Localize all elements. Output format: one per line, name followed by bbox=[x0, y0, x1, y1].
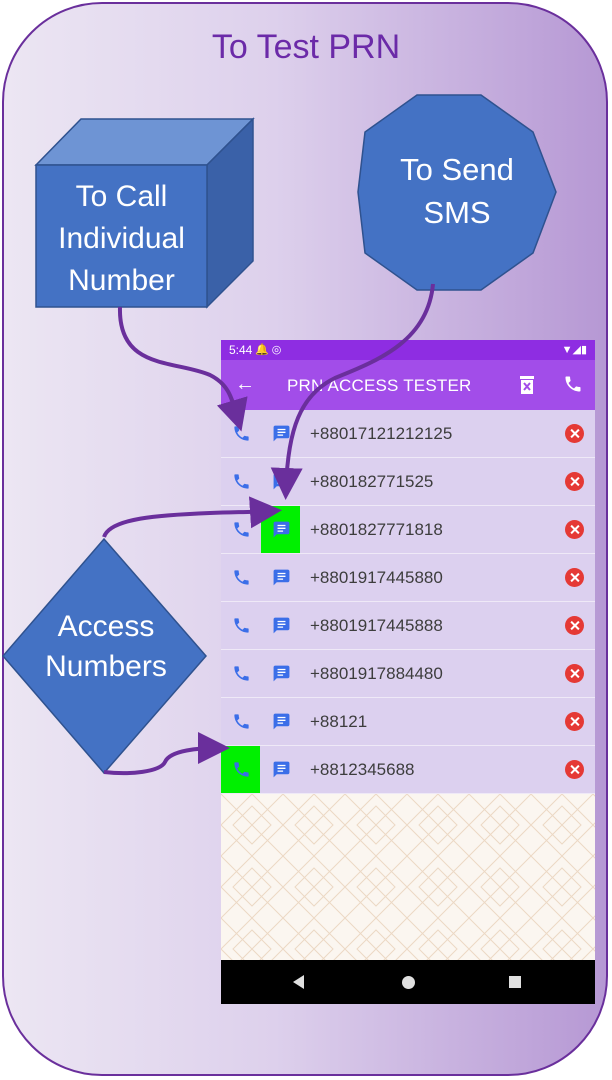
access-arrow-top bbox=[102, 496, 282, 538]
access-arrow-bottom bbox=[103, 732, 230, 776]
sms-arrow bbox=[270, 283, 435, 500]
arrow-connectors bbox=[102, 283, 435, 776]
call-arrow bbox=[117, 306, 248, 432]
